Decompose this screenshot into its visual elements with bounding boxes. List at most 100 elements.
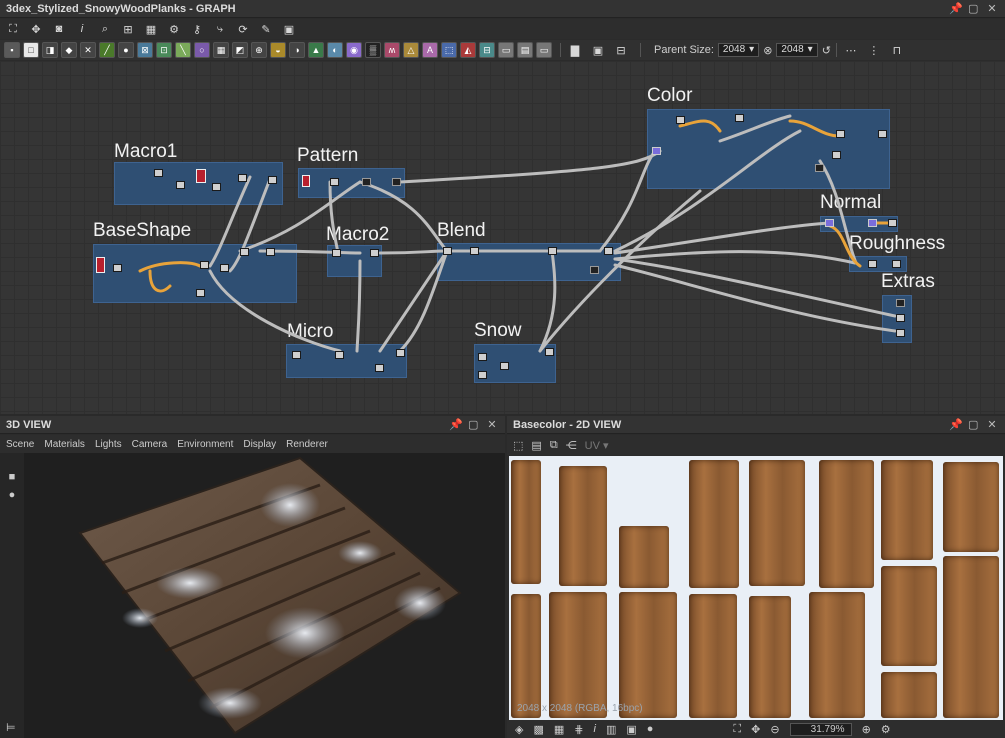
menu-renderer[interactable]: Renderer — [286, 439, 328, 450]
emboss-icon[interactable]: ʍ — [384, 42, 400, 58]
graph-node[interactable] — [96, 257, 105, 273]
noise-icon[interactable]: ▒ — [365, 42, 381, 58]
graph-node[interactable] — [470, 247, 479, 255]
grid-icon[interactable]: ▦ — [554, 723, 564, 736]
triangle-icon[interactable]: △ — [403, 42, 419, 58]
align-vertical-icon[interactable]: ⋮ — [865, 42, 883, 58]
graph-node[interactable] — [652, 147, 661, 155]
comment-icon[interactable]: ▤ — [517, 42, 533, 58]
switch-icon[interactable]: ◒ — [270, 42, 286, 58]
parent-size-height-select[interactable]: 2048 ▾ — [776, 43, 818, 57]
graph-node[interactable] — [888, 219, 897, 227]
video-camera-icon[interactable]: ■ — [9, 471, 16, 483]
graph-node[interactable] — [176, 181, 185, 189]
menu-display[interactable]: Display — [243, 439, 276, 450]
window-icon[interactable]: ▣ — [280, 21, 298, 37]
refresh-icon[interactable]: ⟳ — [234, 21, 252, 37]
close-icon[interactable]: ✕ — [987, 418, 997, 431]
graph-node[interactable] — [500, 362, 509, 370]
histogram-icon[interactable]: ▥ — [606, 723, 616, 736]
warp-icon[interactable]: ⊡ — [156, 42, 172, 58]
fit-view-icon[interactable]: ⛶ — [733, 723, 741, 736]
connector-icon[interactable]: ⤷ — [211, 21, 229, 37]
graph-node[interactable] — [292, 351, 301, 359]
graph-node[interactable] — [478, 353, 487, 361]
curve-icon[interactable]: ╱ — [99, 42, 115, 58]
output-icon[interactable]: ⊟ — [479, 42, 495, 58]
settings-icon[interactable]: ⚙ — [881, 723, 891, 736]
copy-icon[interactable]: ⧉ — [550, 439, 558, 452]
uv-dropdown[interactable]: UV ▾ — [585, 439, 609, 452]
graph-node[interactable] — [375, 364, 384, 372]
maximize-icon[interactable]: ▢ — [968, 418, 978, 431]
close-icon[interactable]: ✕ — [487, 418, 497, 431]
save-icon[interactable]: ▤ — [531, 439, 541, 452]
search-icon[interactable]: ⌕ — [96, 21, 114, 37]
graph-node[interactable] — [896, 329, 905, 337]
graph-node[interactable] — [896, 299, 905, 307]
menu-lights[interactable]: Lights — [95, 439, 122, 450]
graph-node[interactable] — [220, 264, 229, 272]
info-icon[interactable]: i — [73, 21, 91, 37]
graph-node[interactable] — [735, 114, 744, 122]
2d-viewport[interactable]: 2048 x 2048 (RGBA, 16bpc) — [509, 456, 1003, 720]
checker-icon[interactable]: ▩ — [533, 723, 543, 736]
color-wheel-icon[interactable]: ◉ — [346, 42, 362, 58]
graph-node[interactable] — [590, 266, 599, 274]
zoom-level[interactable]: 31.79% — [789, 722, 852, 736]
align-horizontal-icon[interactable]: ⋯ — [842, 42, 860, 58]
close-icon[interactable]: ✕ — [987, 2, 997, 15]
graph-node[interactable] — [238, 174, 247, 182]
graph-node[interactable] — [545, 348, 554, 356]
menu-camera[interactable]: Camera — [132, 439, 168, 450]
speech-bubble-icon[interactable]: ▇ — [566, 42, 584, 58]
graph-node[interactable] — [240, 248, 249, 256]
menu-materials[interactable]: Materials — [44, 439, 85, 450]
image-input-icon[interactable]: ▪ — [4, 42, 20, 58]
pin-icon[interactable]: 📌 — [449, 418, 463, 431]
fx-map-icon[interactable]: ◩ — [232, 42, 248, 58]
transform-icon[interactable]: ⊠ — [137, 42, 153, 58]
histogram-icon[interactable]: ▲ — [308, 42, 324, 58]
menu-environment[interactable]: Environment — [177, 439, 233, 450]
graph-node[interactable] — [478, 371, 487, 379]
graph-node[interactable] — [896, 314, 905, 322]
zoom-out-icon[interactable]: ⊖ — [770, 723, 779, 736]
image-icon[interactable]: ▣ — [626, 723, 636, 736]
pin-icon[interactable]: 📌 — [949, 418, 963, 431]
menu-scene[interactable]: Scene — [6, 439, 34, 450]
uniform-color-icon[interactable]: □ — [23, 42, 39, 58]
graph-node[interactable] — [362, 178, 371, 186]
save-frame-icon[interactable]: ▣ — [589, 42, 607, 58]
graph-node[interactable] — [196, 169, 206, 183]
blur-icon[interactable]: ● — [118, 42, 134, 58]
graph-node[interactable] — [868, 260, 877, 268]
graph-node[interactable] — [266, 248, 275, 256]
normal-icon[interactable]: ◐ — [327, 42, 343, 58]
align-icon[interactable]: ⊟ — [612, 42, 630, 58]
graph-node[interactable] — [836, 130, 845, 138]
pan-icon[interactable]: ✥ — [27, 21, 45, 37]
color-picker-icon[interactable]: ● — [647, 723, 654, 735]
distribute-icon[interactable]: ⊓ — [888, 42, 906, 58]
reset-size-icon[interactable]: ↺ — [822, 44, 831, 57]
graph-node[interactable] — [212, 183, 221, 191]
frame-all-icon[interactable]: ⛶ — [4, 21, 22, 37]
graph-node[interactable] — [604, 247, 613, 255]
pixel-processor-icon[interactable]: ⊕ — [251, 42, 267, 58]
graph-node[interactable] — [815, 164, 824, 172]
frame-icon[interactable]: ▭ — [498, 42, 514, 58]
graph-node[interactable] — [396, 349, 405, 357]
gradient-icon[interactable]: ╲ — [175, 42, 191, 58]
link-icon[interactable]: ⊗ — [763, 44, 772, 57]
select-icon[interactable]: ⬚ — [441, 42, 457, 58]
graph-node[interactable] — [868, 219, 877, 227]
tools-icon[interactable]: ✎ — [257, 21, 275, 37]
pan-icon[interactable]: ✥ — [751, 723, 760, 736]
levels-icon[interactable]: ○ — [194, 42, 210, 58]
export-icon[interactable]: ⬚ — [513, 439, 523, 452]
graph-node[interactable] — [268, 176, 277, 184]
graph-node[interactable] — [332, 249, 341, 257]
graph-node[interactable] — [676, 116, 685, 124]
3d-viewport[interactable] — [0, 453, 505, 738]
